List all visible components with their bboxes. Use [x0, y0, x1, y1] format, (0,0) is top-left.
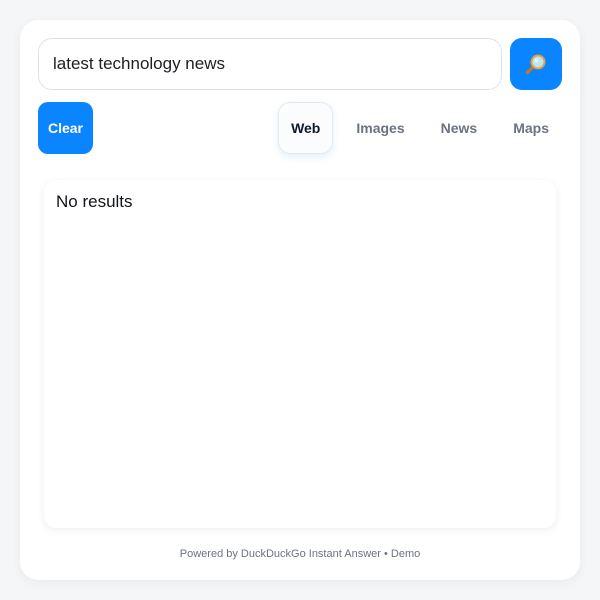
- results-panel: No results: [44, 180, 556, 528]
- search-card: Clear Web Images News Maps No results Po…: [20, 20, 580, 580]
- tab-images[interactable]: Images: [343, 102, 417, 154]
- magnifier-icon: [525, 54, 546, 75]
- tab-web[interactable]: Web: [278, 102, 334, 154]
- clear-button[interactable]: Clear: [38, 102, 93, 154]
- search-button[interactable]: [510, 38, 562, 90]
- tab-maps[interactable]: Maps: [500, 102, 562, 154]
- tab-news[interactable]: News: [428, 102, 491, 154]
- search-input[interactable]: [38, 38, 502, 90]
- search-bar: [38, 38, 562, 90]
- results-message: No results: [56, 192, 133, 211]
- result-type-tabs: Web Images News Maps: [268, 102, 562, 154]
- controls-row: Clear Web Images News Maps: [38, 102, 562, 154]
- footer-text: Powered by DuckDuckGo Instant Answer • D…: [179, 548, 421, 560]
